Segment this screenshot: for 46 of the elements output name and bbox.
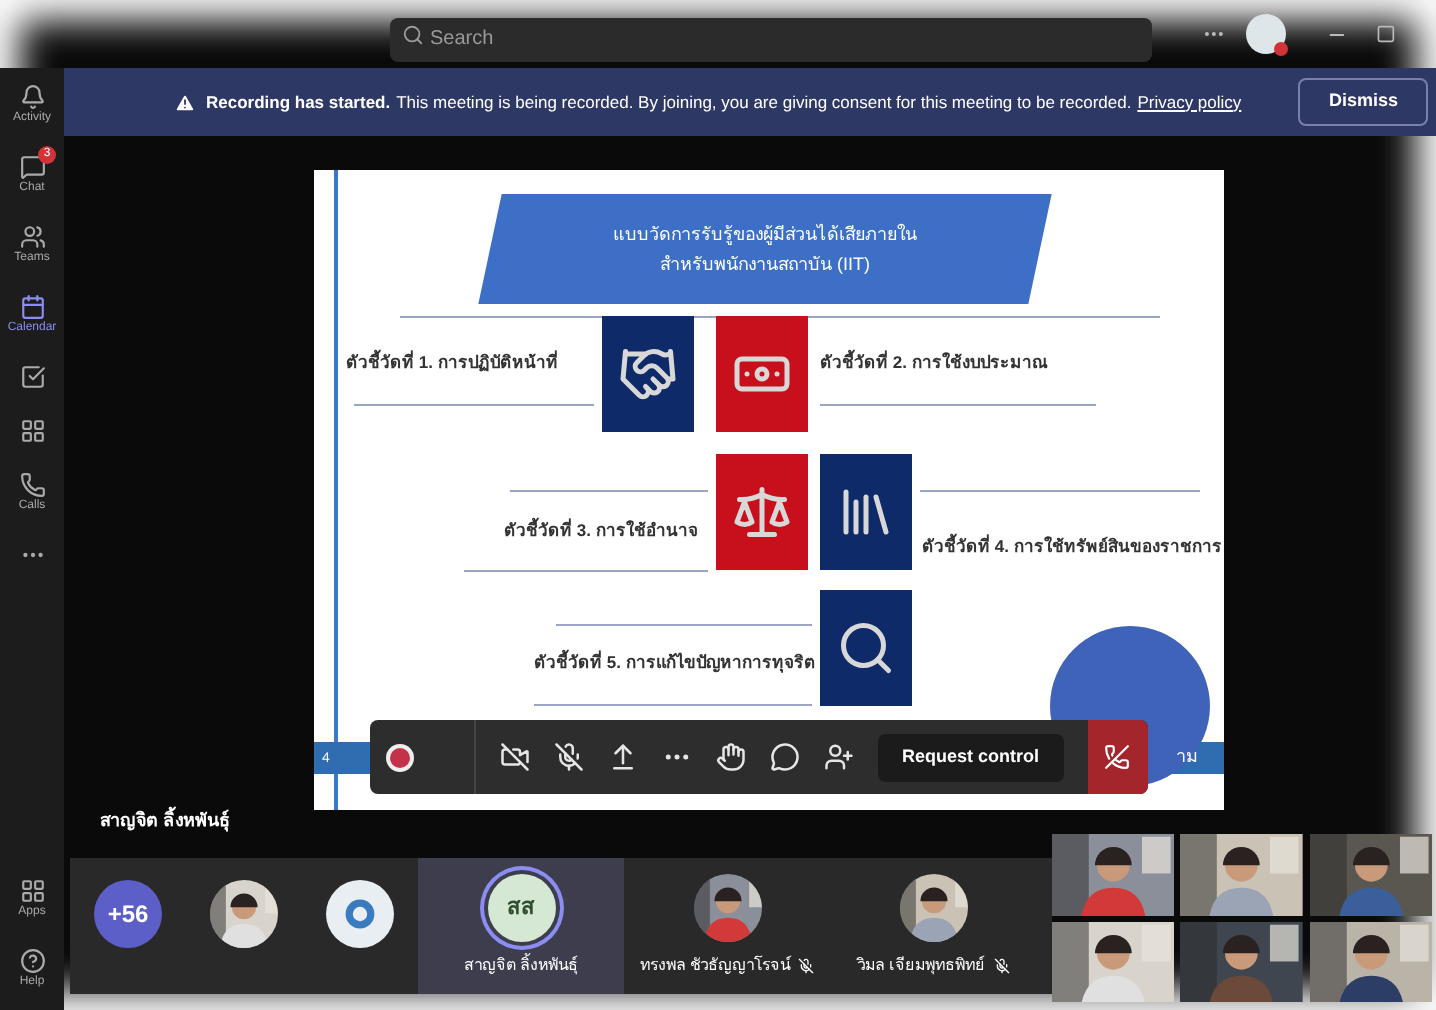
indicator-label: ตัวชี้วัดที่ 3. การใช้อำนาจ (504, 518, 698, 544)
calendar-icon (19, 294, 45, 320)
maximize-icon[interactable] (1376, 24, 1396, 44)
indicator-label: ตัวชี้วัดที่ 2. การใช้งบประมาณ (820, 350, 1048, 376)
dismiss-button[interactable]: Dismiss (1298, 78, 1428, 126)
camera-off-icon[interactable] (500, 742, 530, 772)
bell-icon (19, 84, 45, 110)
slide-text: าม (1176, 744, 1198, 770)
hand-icon[interactable] (716, 742, 746, 772)
participant-name: วิมล เจียมพุทธพิทย์ (856, 954, 986, 978)
initials-avatar: สส (487, 874, 555, 942)
slide-title-line: สำหรับพนักงานสถาบัน (IIT) (660, 251, 870, 278)
presenter-name: สาญจิต ลิ้งหพันธุ์ (100, 808, 230, 835)
participant-name: ทรงพล ชัวธัญญาโรจน์ (639, 954, 791, 978)
indicator-label: ตัวชี้วัดที่ 5. การแก้ไขปัญหาการทุจริต (534, 650, 816, 676)
checkbox-icon (19, 364, 45, 390)
slide-title-line: แบบวัดการรับรู้ของผู้มีส่วนได้เสียภายใน (613, 221, 917, 249)
scale-icon (732, 482, 792, 542)
banner-message: This meeting is being recorded. By joining, you are giving consent for this meeting to be recorded. (396, 89, 1132, 115)
overflow-count[interactable]: +56 (94, 880, 162, 948)
search-field[interactable]: Search (390, 17, 1153, 61)
grid-icon (19, 878, 45, 904)
indicator-label: ตัวชี้วัดที่ 1. การปฏิบัติหน้าที่ (346, 350, 558, 376)
chat-icon[interactable] (770, 742, 800, 772)
chat-icon (19, 154, 45, 180)
warning-icon (174, 91, 196, 113)
participant-tile[interactable]: สส สาญจิต ลิ้งหพันธุ์ (418, 858, 624, 994)
handshake-icon (618, 344, 678, 404)
grid-icon (19, 418, 45, 444)
people-icon[interactable] (824, 742, 854, 772)
people-icon (19, 224, 45, 250)
search-icon (402, 23, 424, 45)
participant-name: สาญจิต ลิ้งหพันธุ์ (463, 954, 579, 978)
hang-up-icon (1104, 744, 1131, 770)
phone-icon (19, 472, 45, 498)
magnifier-icon (836, 618, 896, 678)
share-icon[interactable] (608, 742, 638, 772)
request-control-button[interactable]: Request control (878, 733, 1064, 781)
privacy-policy-link[interactable]: Privacy policy (1137, 89, 1242, 115)
logo-avatar (326, 880, 394, 948)
banner-title: Recording has started. (206, 89, 391, 115)
indicator-label: ตัวชี้วัดที่ 4. การใช้ทรัพย์สินของราชการ (922, 534, 1222, 560)
help-icon (19, 948, 45, 974)
profile-avatar[interactable] (1246, 14, 1287, 54)
hang-up-button[interactable] (1087, 720, 1148, 794)
mic-off-icon[interactable] (554, 742, 584, 772)
